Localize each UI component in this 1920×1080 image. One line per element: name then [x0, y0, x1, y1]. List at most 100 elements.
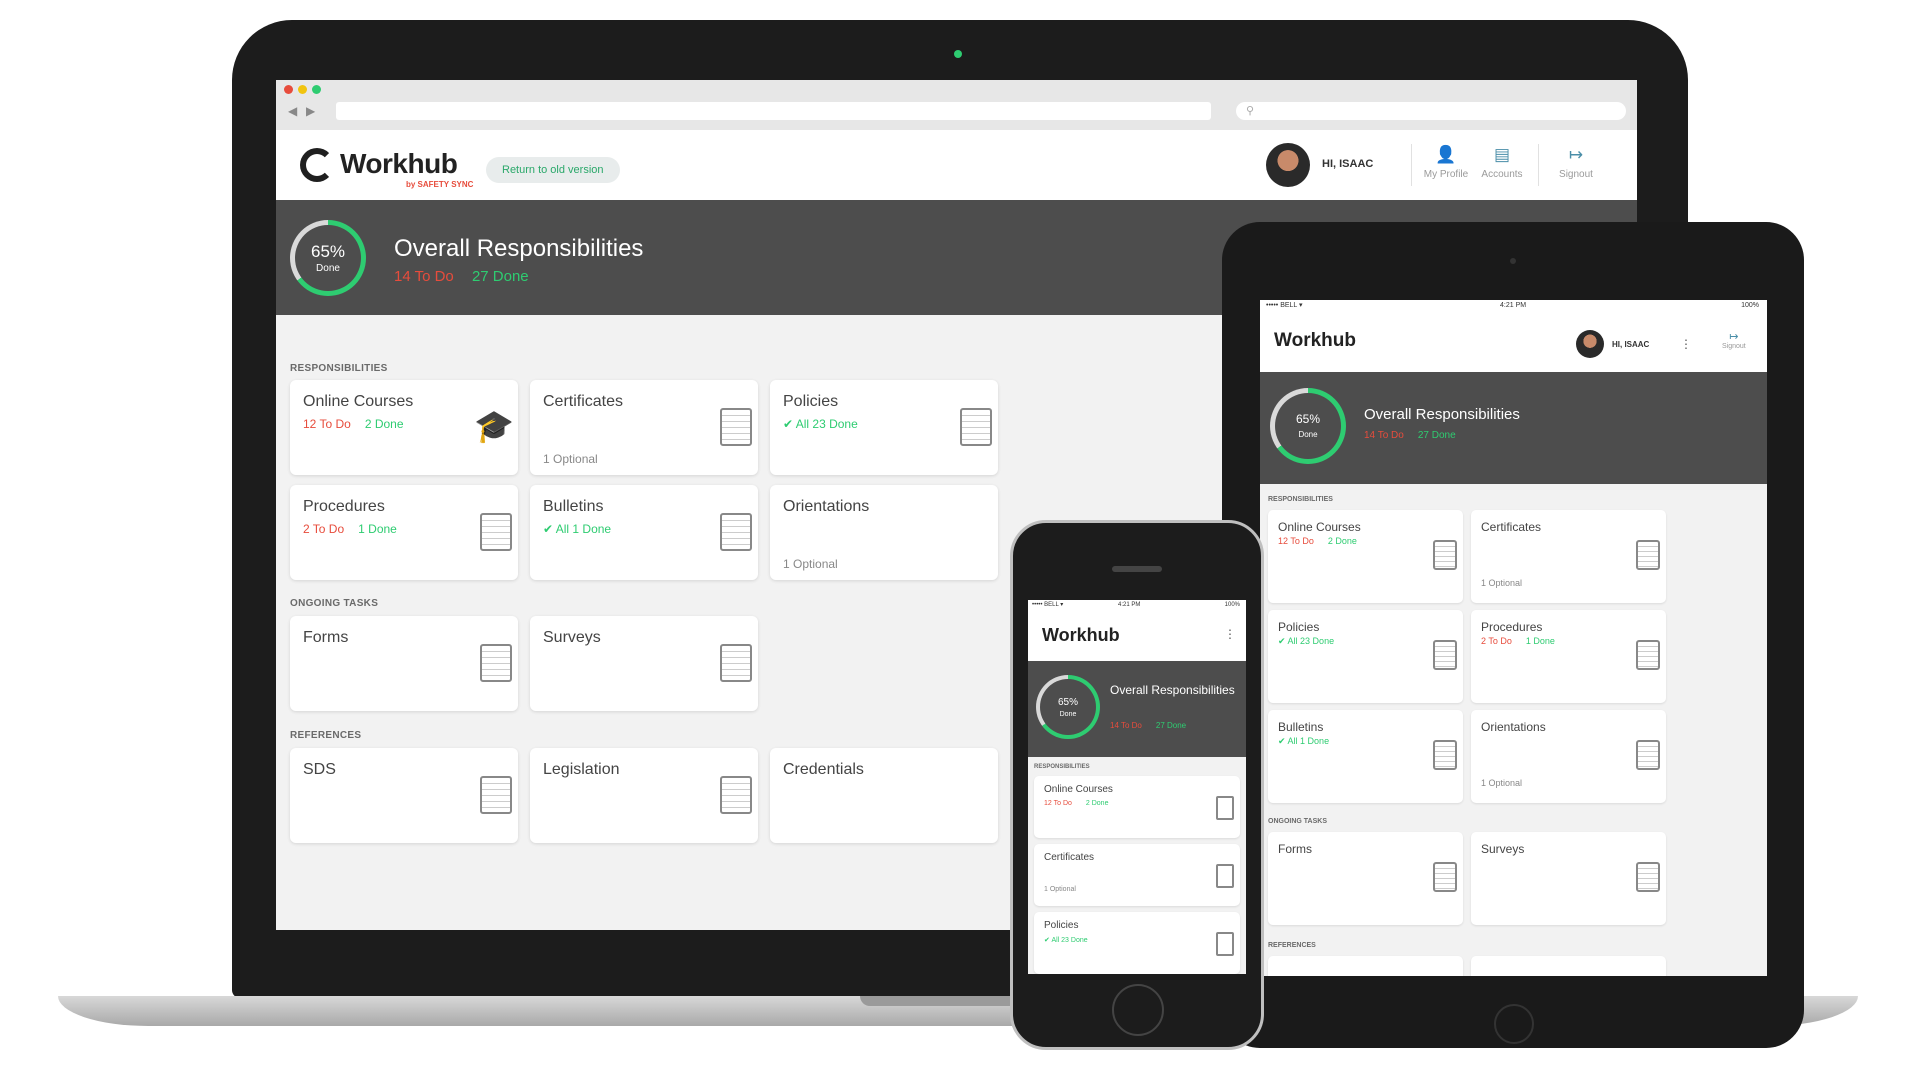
my-profile-button[interactable]: 👤 My Profile: [1416, 144, 1476, 180]
done-count: 2 Done: [1327, 536, 1357, 546]
more-menu-icon[interactable]: ⋮: [1680, 337, 1692, 351]
card-online-courses[interactable]: Online Courses 12 To Do 2 Done 🎓: [290, 380, 518, 475]
card-title: Surveys: [543, 629, 601, 646]
done-count: 2 Done: [1085, 800, 1109, 807]
section-ongoing-tasks: ONGOING TASKS: [1268, 818, 1327, 825]
card-status: 2 To Do 1 Done: [1481, 636, 1555, 646]
todo-count: 14 To Do: [1110, 721, 1142, 730]
card-certificates[interactable]: Certificates 1 Optional: [1471, 510, 1666, 603]
progress-percent: 65%: [310, 242, 346, 261]
carrier-label: ••••• BELL ▾: [1032, 602, 1064, 608]
card-policies[interactable]: Policies ✔ All 23 Done: [1268, 610, 1463, 703]
card-title: Policies: [1044, 920, 1079, 931]
phone-home-button: [1112, 984, 1164, 1036]
card-title: SDS: [303, 761, 336, 778]
user-greeting[interactable]: HI, ISAAC: [1322, 158, 1373, 170]
card-title: Orientations: [783, 498, 870, 515]
graduation-cap-icon: [1216, 796, 1234, 820]
phone-status-bar: ••••• BELL ▾ 4:21 PM 100%: [1028, 600, 1246, 611]
browser-search-field[interactable]: ⚲: [1236, 102, 1626, 120]
card-status: ✔ All 1 Done: [1278, 736, 1329, 747]
map-icon: [1636, 740, 1660, 770]
card-policies[interactable]: Policies ✔ All 23 Done: [770, 380, 998, 475]
done-count: All 23 Done: [1287, 636, 1335, 646]
optional-count: 1 Optional: [783, 557, 838, 571]
more-menu-icon[interactable]: ⋮: [1224, 627, 1236, 641]
section-ongoing-tasks: ONGOING TASKS: [290, 598, 379, 609]
card-title: Procedures: [1481, 620, 1543, 634]
card-title: Certificates: [1044, 852, 1095, 863]
card-reference[interactable]: [1268, 956, 1463, 976]
checkmark-icon: ✔: [1278, 736, 1288, 746]
card-status: ✔ All 23 Done: [1278, 636, 1334, 647]
window-minimize-dot[interactable]: [298, 85, 307, 94]
law-book-icon: [720, 776, 752, 814]
card-online-courses[interactable]: Online Courses 12 To Do 2 Done: [1268, 510, 1463, 603]
window-maximize-dot[interactable]: [312, 85, 321, 94]
card-bulletins[interactable]: Bulletins ✔ All 1 Done: [530, 485, 758, 580]
card-title: Bulletins: [543, 498, 604, 515]
progress-done-label: Done: [316, 263, 340, 274]
bulletin-board-icon: [720, 513, 752, 551]
tablet-home-button: [1494, 1004, 1534, 1044]
window-close-dot[interactable]: [284, 85, 293, 94]
tablet-header: Workhub HI, ISAAC ⋮ ↦ Signout: [1260, 312, 1767, 372]
card-reference[interactable]: [1471, 956, 1666, 976]
signout-button[interactable]: ↦ Signout: [1722, 330, 1746, 350]
card-title: Bulletins: [1278, 720, 1324, 734]
file-cabinet-icon: [1433, 862, 1457, 892]
divider: [1411, 144, 1412, 186]
back-arrow-icon[interactable]: ◀: [288, 104, 297, 118]
optional-count: 1 Optional: [543, 452, 598, 466]
accounts-button[interactable]: ▤ Accounts: [1472, 144, 1532, 180]
card-online-courses[interactable]: Online Courses 12 To Do 2 Done: [1034, 776, 1240, 838]
card-forms[interactable]: Forms: [1268, 832, 1463, 925]
return-to-old-version-button[interactable]: Return to old version: [486, 157, 620, 183]
divider: [1538, 144, 1539, 186]
todo-count: 2 To Do: [1481, 636, 1512, 646]
user-greeting[interactable]: HI, ISAAC: [1612, 340, 1649, 349]
card-forms[interactable]: Forms: [290, 616, 518, 711]
card-procedures[interactable]: Procedures 2 To Do 1 Done: [290, 485, 518, 580]
todo-count: 14 To Do: [394, 268, 454, 285]
signout-button[interactable]: ↦ Signout: [1546, 144, 1606, 180]
card-certificates[interactable]: Certificates 1 Optional: [530, 380, 758, 475]
address-bar[interactable]: [336, 102, 1211, 120]
card-surveys[interactable]: Surveys: [530, 616, 758, 711]
done-count: All 23 Done: [795, 417, 858, 431]
progress-percent: 65%: [1295, 412, 1321, 426]
card-status: ✔ All 23 Done: [783, 417, 858, 431]
card-title: Procedures: [303, 498, 385, 515]
card-orientations[interactable]: Orientations 1 Optional: [770, 485, 998, 580]
browser-chrome: ◀ ▶ ⚲: [276, 80, 1637, 131]
bulletin-board-icon: [1433, 740, 1457, 770]
file-cabinet-icon: [480, 644, 512, 682]
avatar[interactable]: [1266, 143, 1310, 187]
card-certificates[interactable]: Certificates 1 Optional: [1034, 844, 1240, 906]
card-procedures[interactable]: Procedures 2 To Do 1 Done: [1471, 610, 1666, 703]
done-count: All 1 Done: [1287, 736, 1330, 746]
card-policies[interactable]: Policies ✔ All 23 Done: [1034, 912, 1240, 974]
progress-done-label: Done: [1059, 711, 1077, 718]
card-orientations[interactable]: Orientations 1 Optional: [1471, 710, 1666, 803]
hazard-sheet-icon: [480, 776, 512, 814]
graduation-cap-icon: [1433, 540, 1457, 570]
workhub-logo-icon: [300, 148, 334, 182]
card-bulletins[interactable]: Bulletins ✔ All 1 Done: [1268, 710, 1463, 803]
tablet-camera: [1510, 258, 1516, 264]
card-legislation[interactable]: Legislation: [530, 748, 758, 843]
clock: 4:21 PM: [1118, 602, 1141, 608]
overall-responsibilities-banner: 65% Done Overall Responsibilities 14 To …: [1260, 372, 1767, 484]
todo-count: 14 To Do: [1364, 430, 1404, 441]
done-count: 27 Done: [1155, 721, 1187, 730]
card-title: Policies: [1278, 620, 1320, 634]
card-title: Certificates: [1481, 520, 1542, 534]
card-surveys[interactable]: Surveys: [1471, 832, 1666, 925]
avatar[interactable]: [1576, 330, 1604, 358]
forward-arrow-icon[interactable]: ▶: [306, 104, 315, 118]
card-sds[interactable]: SDS: [290, 748, 518, 843]
card-title: Certificates: [543, 393, 624, 410]
clock: 4:21 PM: [1500, 302, 1527, 309]
done-count: 1 Done: [358, 522, 397, 536]
card-credentials[interactable]: Credentials: [770, 748, 998, 843]
